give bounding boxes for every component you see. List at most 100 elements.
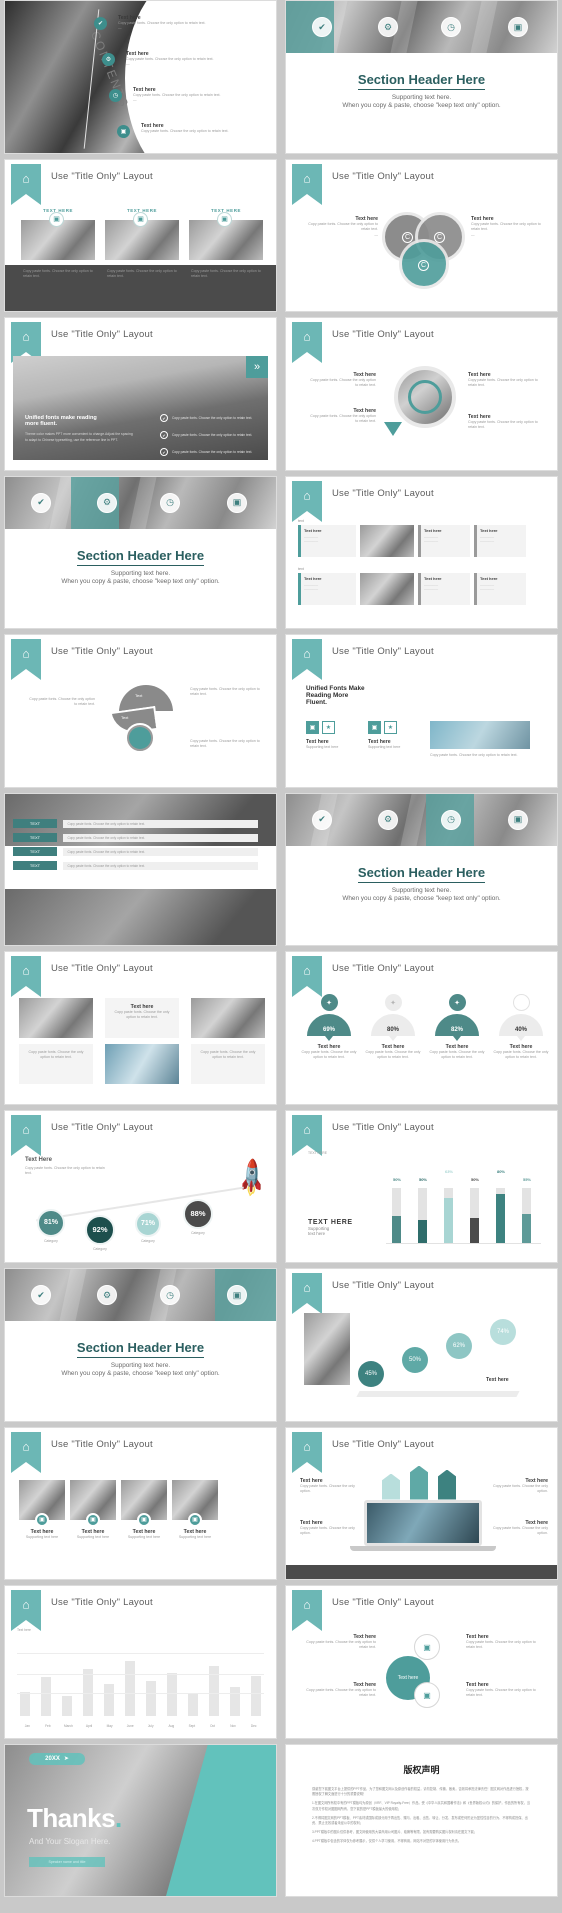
slide-fan-chart[interactable]: ⌂ Use "Title Only" Layout Text Text Copy… [4,634,277,788]
photo-card[interactable]: ▣ Text here Supporting text here [121,1479,167,1540]
home-tag[interactable]: ⌂ [11,956,41,997]
hub-node[interactable]: Text here Copy paste fonts. Choose the o… [468,372,538,389]
step-circle[interactable]: 62% [446,1333,472,1359]
home-tag[interactable]: ⌂ [292,1273,322,1314]
circle-stat[interactable]: 71% Category [135,1210,161,1243]
photo-card[interactable]: ▣ Text here Supporting text here [19,1479,65,1540]
slide-month-chart[interactable]: ⌂ Use "Title Only" Layout Text here Jan … [4,1585,277,1739]
list-item[interactable]: Text here ————— ————— [474,524,526,557]
gauge-item[interactable]: ✦ 80% Text here Copy paste fonts. Choose… [364,994,422,1061]
home-tag[interactable]: ⌂ [292,639,322,680]
slide-bar-chart[interactable]: ⌂ Use "Title Only" Layout TEXT HERE TEXT… [285,1109,558,1263]
circle-stat[interactable]: 88% Category [183,1198,213,1235]
photo-card[interactable]: TEXT HERE ▣ Copy paste fonts. Choose the… [19,208,97,281]
clock-icon[interactable]: ◷ [160,1285,180,1305]
home-tag[interactable]: ⌂ [11,1431,41,1473]
slide-three-photo-cards[interactable]: ⌂ Use "Title Only" Layout TEXT HERE ▣ Co… [4,158,277,312]
home-tag[interactable]: ⌂ [292,1590,322,1631]
slide-section-header-2[interactable]: ✔ ⚙ ◷ ▣ Section Header Here Supporting t… [4,475,277,629]
slide-section-header-3[interactable]: ✔ ⚙ ◷ ▣ Section Header Here Supporting t… [285,792,558,946]
next-button[interactable]: » [246,356,268,378]
check-icon[interactable]: ✔ [312,17,332,37]
gauge-item[interactable]: ✦ 82% Text here Copy paste fonts. Choose… [428,994,486,1061]
home-tag[interactable]: ⌂ [292,1114,322,1156]
contents-item[interactable]: ✔ Text here Copy paste fonts. Choose the… [94,15,238,32]
card-photo[interactable] [105,1044,179,1084]
home-tag[interactable]: ⌂ [292,322,322,363]
slide-contents[interactable]: CONTENTS ✔ Text here Copy paste fonts. C… [4,0,277,154]
window-icon[interactable]: ▣ [227,1285,247,1305]
slide-laptop-mock[interactable]: ⌂ Use "Title Only" Layout Text here Copy… [285,1426,558,1580]
slide-card-rows[interactable]: ⌂ Use "Title Only" Layout text Text here… [285,475,558,629]
feature-card[interactable]: Copy paste fonts. Choose the only option… [430,721,530,758]
slide-bridge-hero[interactable]: ⌂ Use "Title Only" Layout » Unified font… [4,317,277,471]
home-tag[interactable]: ⌂ [292,1431,322,1473]
text-card[interactable]: Copy paste fonts. Choose the only option… [191,1044,265,1084]
home-tag[interactable]: ⌂ [11,322,41,363]
step-circle[interactable]: 50% [402,1347,428,1373]
clock-icon[interactable]: ◷ [441,17,461,37]
circle-stat[interactable]: 81% Category [37,1208,65,1243]
slide-staircase-stats[interactable]: ⌂ Use "Title Only" Layout 45% 50% 62% 74… [285,1268,558,1422]
text-card[interactable]: Text here Copy paste fonts. Choose the o… [105,998,179,1038]
slide-rocket-circles[interactable]: ⌂ Use "Title Only" Layout Text Here Copy… [4,1109,277,1263]
hub-node[interactable]: Text here Copy paste fonts. Choose the o… [308,408,376,425]
clock-icon[interactable]: ◷ [441,809,461,830]
slide-center-hub[interactable]: ⌂ Use "Title Only" Layout Text here ▣ ▣ … [285,1585,558,1739]
contents-item[interactable]: ◷ Text here Copy paste fonts. Choose the… [109,87,253,104]
home-tag[interactable]: ⌂ [292,956,322,997]
photo-card[interactable]: TEXT HERE ▣ Copy paste fonts. Choose the… [187,208,265,281]
home-tag[interactable]: ⌂ [292,163,322,205]
slide-section-header-1[interactable]: ✔ ⚙ ◷ ▣ Section Header Here Supporting t… [285,0,558,154]
slide-gauge-chart[interactable]: ⌂ Use "Title Only" Layout ✦ 69% Text her… [285,951,558,1105]
hub-node[interactable]: Text here Copy paste fonts. Choose the o… [468,414,538,431]
step-circle[interactable]: 74% [490,1319,516,1345]
contents-item[interactable]: ▣ Text here Copy paste fonts. Choose the… [117,123,256,138]
home-tag[interactable]: ⌂ [11,1590,41,1631]
list-item[interactable]: Text here ————— ————— [298,524,356,557]
share-icon[interactable]: ⚙ [97,492,117,513]
list-item[interactable]: Text here ————— ————— [474,572,526,605]
home-tag[interactable]: ⌂ [11,163,41,205]
feature-card[interactable]: ▣ ★ Text here Supporting text here [368,721,422,758]
gauge-item[interactable]: ✦ 69% Text here Copy paste fonts. Choose… [300,994,358,1061]
photo-card[interactable]: ▣ Text here Supporting text here [70,1479,116,1540]
feature-card[interactable]: ▣ ★ Text here Supporting text here [306,721,360,758]
hub-node[interactable]: Text here Copy paste fonts. Choose the o… [308,372,376,389]
photo-card[interactable]: TEXT HERE ▣ Copy paste fonts. Choose the… [103,208,181,281]
share-icon[interactable]: ⚙ [378,17,398,37]
list-item[interactable]: Text here ————— ————— [418,524,470,557]
window-icon[interactable]: ▣ [508,809,528,830]
clock-icon[interactable]: ◷ [160,492,180,513]
share-icon[interactable]: ⚙ [97,1285,117,1305]
step-circle[interactable]: 45% [358,1361,384,1387]
check-icon[interactable]: ✔ [31,1285,51,1305]
slide-quad-cards[interactable]: ⌂ Use "Title Only" Layout Text here Copy… [4,951,277,1105]
home-tag[interactable]: ⌂ [11,1114,41,1156]
window-icon[interactable]: ▣ [227,492,247,513]
row-tab[interactable]: text [298,567,304,571]
card-photo[interactable] [191,998,265,1038]
speaker-button[interactable]: Speaker name and title [29,1856,105,1867]
slide-thanks[interactable]: 20XX ➤ Thanks . And Your Slogan Here. Sp… [4,1743,277,1897]
contents-item[interactable]: ⚙ Text here Copy paste fonts. Choose the… [102,51,246,68]
slide-copyright[interactable]: 版权声明 感谢您下载图文平台上提供的PPT作品，为了您和图文网以及原创作者的权益… [285,1743,558,1897]
slide-venn-diagram[interactable]: ⌂ Use "Title Only" Layout C C C Text her… [285,158,558,312]
slide-text-list[interactable]: TEXT Copy paste fonts. Choose the only o… [4,792,277,946]
slide-section-header-4[interactable]: ✔ ⚙ ◷ ▣ Section Header Here Supporting t… [4,1268,277,1422]
circle-stat[interactable]: 92% Category [85,1214,115,1251]
slide-five-cards[interactable]: ⌂ Use "Title Only" Layout ▣ Text here Su… [4,1426,277,1580]
window-icon[interactable]: ▣ [508,17,528,37]
home-tag[interactable]: ⌂ [292,480,322,522]
photo-card[interactable]: ▣ Text here Supporting text here [172,1479,218,1540]
list-item[interactable]: Text here ————— ————— [298,572,356,605]
check-icon[interactable]: ✔ [31,492,51,513]
list-item[interactable]: Text here ————— ————— [418,572,470,605]
slide-circle-hub[interactable]: ⌂ Use "Title Only" Layout Text here Copy… [285,317,558,471]
check-icon[interactable]: ✔ [312,809,332,830]
year-badge[interactable]: 20XX ➤ [29,1752,85,1765]
home-tag[interactable]: ⌂ [11,639,41,680]
hub-node-icon[interactable]: ▣ [414,1634,440,1660]
text-row[interactable]: TEXT Copy paste fonts. Choose the only o… [13,854,259,872]
row-tab[interactable]: text [298,519,304,523]
